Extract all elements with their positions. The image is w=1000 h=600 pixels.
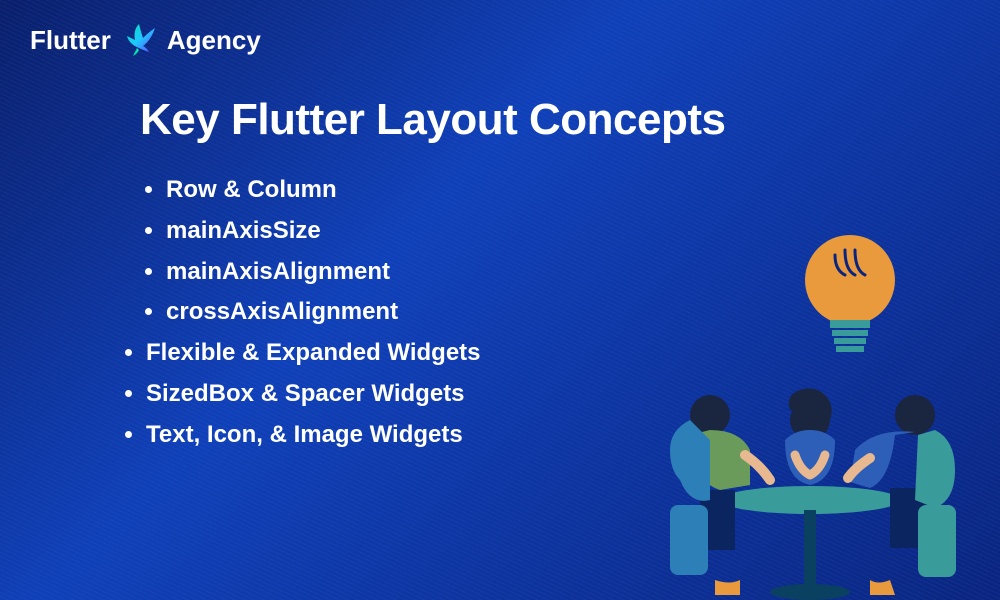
hummingbird-icon (119, 20, 159, 60)
team-meeting-illustration (640, 220, 980, 600)
person-middle (785, 388, 835, 485)
page-title: Key Flutter Layout Concepts (140, 95, 725, 145)
brand-logo: Flutter Agency (30, 20, 261, 60)
list-item: mainAxisAlignment (166, 252, 481, 293)
lightbulb-icon (805, 235, 895, 352)
list-item: Text, Icon, & Image Widgets (146, 415, 481, 456)
list-item: Flexible & Expanded Widgets (146, 333, 481, 374)
list-item: mainAxisSize (166, 211, 481, 252)
list-item: SizedBox & Spacer Widgets (146, 374, 481, 415)
list-item: crossAxisAlignment (166, 292, 481, 333)
concept-list: Row & Column mainAxisSize mainAxisAlignm… (140, 170, 481, 456)
list-item: Row & Column (166, 170, 481, 211)
logo-text-left: Flutter (30, 25, 111, 56)
logo-text-right: Agency (167, 25, 261, 56)
